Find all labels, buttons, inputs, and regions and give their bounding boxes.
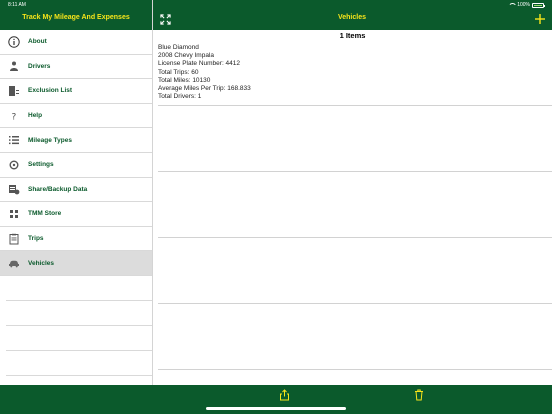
list-item[interactable]: Blue Diamond 2008 Chevy Impala License P… — [158, 44, 548, 101]
sidebar-title: Track My Mileage And Expenses — [22, 14, 130, 21]
sidebar-item-label: Exclusion List — [28, 87, 73, 95]
sidebar-item-label: TMM Store — [28, 210, 62, 218]
sidebar-item-label: Trips — [28, 235, 44, 243]
sidebar-item-about[interactable]: About — [0, 30, 152, 55]
svg-text:?: ? — [12, 112, 17, 122]
sidebar-item-trips[interactable]: Trips — [0, 227, 152, 252]
app-screen: 8:11 AM 100% Track My Mileage And Expens… — [0, 0, 552, 414]
vehicle-license: License Plate Number: 4412 — [158, 60, 241, 68]
sidebar-item-label: Mileage Types — [28, 136, 72, 144]
sidebar-item-label: Help — [28, 112, 43, 120]
trips-icon — [8, 233, 20, 245]
divider — [6, 325, 152, 326]
sidebar-item-label: About — [28, 38, 47, 46]
wifi-icon — [508, 3, 515, 8]
store-icon — [8, 208, 20, 220]
vehicles-list: 1 Items Blue Diamond 2008 Chevy Impala L… — [153, 30, 552, 385]
sidebar-item-share-backup[interactable]: Share/Backup Data — [0, 178, 152, 203]
vehicle-total-drivers: Total Drivers: 1 — [158, 93, 202, 101]
share-backup-icon — [8, 183, 20, 195]
share-button[interactable] — [279, 389, 290, 401]
row-divider — [158, 171, 552, 172]
delete-button[interactable] — [414, 389, 424, 401]
items-count: 1 Items — [339, 31, 366, 40]
sidebar-item-settings[interactable]: Settings — [0, 153, 152, 178]
status-right: 100% — [508, 2, 545, 8]
header-bar: 8:11 AM 100% Track My Mileage And Expens… — [0, 0, 552, 30]
sidebar-item-drivers[interactable]: Drivers — [0, 55, 152, 80]
list-icon — [8, 134, 20, 146]
info-icon — [8, 36, 20, 48]
divider — [6, 375, 152, 376]
home-indicator — [206, 407, 346, 410]
row-divider — [158, 303, 552, 304]
vehicle-total-trips: Total Trips: 60 — [158, 68, 199, 76]
sidebar-item-label: Share/Backup Data — [28, 185, 88, 193]
car-icon — [8, 257, 20, 269]
row-divider — [158, 369, 552, 370]
vehicle-total-miles: Total Miles: 10130 — [158, 76, 211, 84]
help-icon: ? — [8, 110, 20, 122]
vehicle-name: Blue Diamond — [158, 44, 199, 51]
vehicle-model: 2008 Chevy Impala — [158, 52, 215, 60]
add-vehicle-button[interactable] — [534, 13, 546, 25]
sidebar-item-label: Settings — [28, 161, 54, 169]
vehicle-avg-miles: Average Miles Per Trip: 168.833 — [158, 85, 251, 93]
gear-icon — [8, 159, 20, 171]
sidebar-item-exclusion-list[interactable]: Exclusion List — [0, 79, 152, 104]
sidebar-item-mileage-types[interactable]: Mileage Types — [0, 128, 152, 153]
row-divider — [158, 237, 552, 238]
sidebar: About Drivers Exclusion List ? Help Mile… — [0, 30, 152, 385]
sidebar-item-vehicles[interactable]: Vehicles — [0, 251, 152, 276]
sidebar-item-tmm-store[interactable]: TMM Store — [0, 202, 152, 227]
driver-icon — [8, 60, 20, 72]
row-divider — [158, 105, 552, 106]
sidebar-item-help[interactable]: ? Help — [0, 104, 152, 129]
status-time: 8:11 AM — [8, 2, 26, 8]
sidebar-item-label: Vehicles — [28, 259, 55, 267]
sidebar-item-label: Drivers — [28, 62, 51, 70]
divider — [6, 350, 152, 351]
page-title: Vehicles — [337, 14, 367, 21]
exclusion-list-icon — [8, 85, 20, 97]
battery-percent: 100% — [517, 2, 530, 8]
status-bar: 8:11 AM 100% — [0, 0, 552, 10]
battery-icon — [532, 2, 545, 8]
divider — [6, 300, 152, 301]
